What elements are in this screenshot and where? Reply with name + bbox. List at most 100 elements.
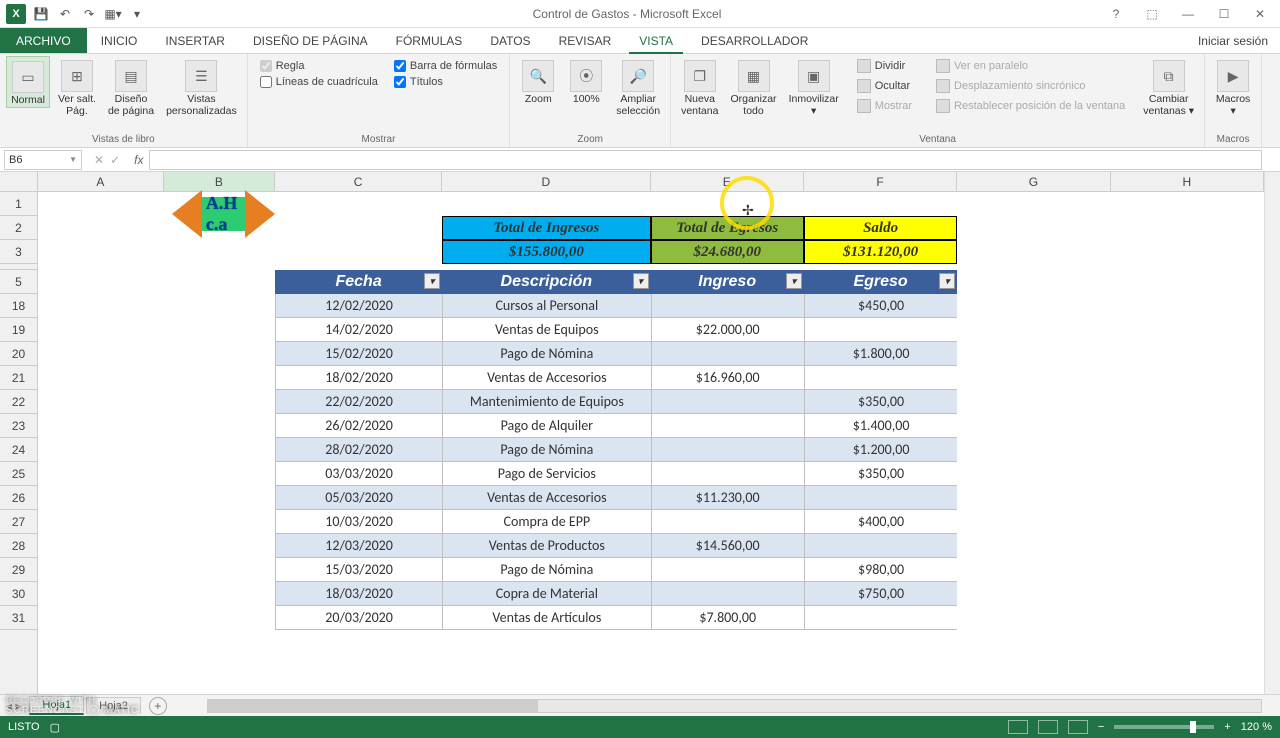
- tab-diseno[interactable]: DISEÑO DE PÁGINA: [239, 28, 382, 53]
- tab-datos[interactable]: DATOS: [476, 28, 544, 53]
- horizontal-scrollbar[interactable]: [207, 699, 1262, 713]
- chk-ruler[interactable]: Regla: [260, 60, 378, 72]
- row-26[interactable]: 26: [0, 486, 37, 510]
- cell-descripcion[interactable]: Ventas de Productos: [442, 534, 650, 558]
- col-E[interactable]: E: [651, 172, 804, 191]
- table-row[interactable]: 15/03/2020Pago de Nómina$980,00: [38, 558, 1264, 582]
- view-normal-icon[interactable]: [1008, 720, 1028, 734]
- row-30[interactable]: 30: [0, 582, 37, 606]
- switch-windows-button[interactable]: ⧉Cambiar ventanas ▾: [1139, 56, 1198, 117]
- cells-area[interactable]: A.H c.a Total de Ingresos Total de Egres…: [38, 192, 1264, 694]
- maximize-icon[interactable]: ☐: [1210, 4, 1238, 24]
- help-icon[interactable]: ?: [1102, 4, 1130, 24]
- tab-vista[interactable]: VISTA: [625, 28, 687, 53]
- cell-ingreso[interactable]: $14.560,00: [651, 534, 804, 558]
- cell-egreso[interactable]: $1.800,00: [804, 342, 957, 366]
- close-icon[interactable]: ✕: [1246, 4, 1274, 24]
- chk-headings[interactable]: Títulos: [394, 76, 497, 88]
- cell-egreso[interactable]: [804, 366, 957, 390]
- cell-egreso[interactable]: [804, 486, 957, 510]
- col-A[interactable]: A: [38, 172, 164, 191]
- summary-header-ingresos[interactable]: Total de Ingresos: [442, 216, 650, 240]
- table-row[interactable]: 05/03/2020Ventas de Accesorios$11.230,00: [38, 486, 1264, 510]
- table-row[interactable]: 03/03/2020Pago de Servicios$350,00: [38, 462, 1264, 486]
- zoom-slider[interactable]: [1114, 725, 1214, 729]
- cell-egreso[interactable]: $350,00: [804, 462, 957, 486]
- cell-ingreso[interactable]: [651, 582, 804, 606]
- tab-inicio[interactable]: INICIO: [87, 28, 152, 53]
- tab-formulas[interactable]: FÓRMULAS: [382, 28, 477, 53]
- view-normal-button[interactable]: ▭Normal: [6, 56, 50, 108]
- row-31[interactable]: 31: [0, 606, 37, 630]
- cell-egreso[interactable]: $1.400,00: [804, 414, 957, 438]
- hide-button[interactable]: Ocultar: [853, 78, 916, 94]
- cell-ingreso[interactable]: [651, 438, 804, 462]
- col-B[interactable]: B: [164, 172, 275, 191]
- cell-egreso[interactable]: $1.200,00: [804, 438, 957, 462]
- fx-icon[interactable]: fx: [128, 153, 149, 167]
- cell-ingreso[interactable]: $16.960,00: [651, 366, 804, 390]
- table-header-descripcion[interactable]: Descripción▾: [442, 270, 650, 294]
- row-29[interactable]: 29: [0, 558, 37, 582]
- row-3[interactable]: 3: [0, 240, 37, 264]
- chk-formula-bar[interactable]: Barra de fórmulas: [394, 60, 497, 72]
- table-header-egreso[interactable]: Egreso▾: [804, 270, 957, 294]
- col-F[interactable]: F: [804, 172, 957, 191]
- cell-ingreso[interactable]: $7.800,00: [651, 606, 804, 630]
- minimize-icon[interactable]: —: [1174, 4, 1202, 24]
- table-row[interactable]: 12/02/2020Cursos al Personal$450,00: [38, 294, 1264, 318]
- cell-descripcion[interactable]: Pago de Nómina: [442, 342, 650, 366]
- row-21[interactable]: 21: [0, 366, 37, 390]
- name-box[interactable]: B6▼: [4, 150, 82, 170]
- cell-egreso[interactable]: [804, 534, 957, 558]
- qat-custom-icon[interactable]: ▾: [128, 5, 146, 23]
- sync-scroll-button[interactable]: Desplazamiento sincrónico: [932, 78, 1129, 94]
- cell-descripcion[interactable]: Pago de Nómina: [442, 438, 650, 462]
- cell-fecha[interactable]: 28/02/2020: [275, 438, 442, 462]
- row-19[interactable]: 19: [0, 318, 37, 342]
- formula-input[interactable]: [149, 150, 1262, 170]
- add-sheet-button[interactable]: +: [149, 697, 167, 715]
- cell-fecha[interactable]: 03/03/2020: [275, 462, 442, 486]
- cell-descripcion[interactable]: Ventas de Accesorios: [442, 486, 650, 510]
- cell-fecha[interactable]: 05/03/2020: [275, 486, 442, 510]
- redo-icon[interactable]: ↷: [80, 5, 98, 23]
- col-H[interactable]: H: [1111, 172, 1264, 191]
- cell-descripcion[interactable]: Mantenimiento de Equipos: [442, 390, 650, 414]
- filter-egreso-icon[interactable]: ▾: [939, 273, 955, 289]
- table-row[interactable]: 26/02/2020Pago de Alquiler$1.400,00: [38, 414, 1264, 438]
- cancel-fx-icon[interactable]: ✕: [94, 153, 104, 167]
- filter-fecha-icon[interactable]: ▾: [424, 273, 440, 289]
- cell-fecha[interactable]: 20/03/2020: [275, 606, 442, 630]
- row-18[interactable]: 18: [0, 294, 37, 318]
- filter-ingreso-icon[interactable]: ▾: [786, 273, 802, 289]
- summary-value-egresos[interactable]: $24.680,00: [651, 240, 804, 264]
- cell-fecha[interactable]: 10/03/2020: [275, 510, 442, 534]
- cell-fecha[interactable]: 18/03/2020: [275, 582, 442, 606]
- cell-ingreso[interactable]: [651, 510, 804, 534]
- spreadsheet-grid[interactable]: A B C D E F G H 1 2 3 5 1819202122232425…: [0, 172, 1280, 694]
- reset-pos-button[interactable]: Restablecer posición de la ventana: [932, 98, 1129, 114]
- tab-file[interactable]: ARCHIVO: [0, 28, 87, 53]
- row-1[interactable]: 1: [0, 192, 37, 216]
- row-27[interactable]: 27: [0, 510, 37, 534]
- cell-ingreso[interactable]: $22.000,00: [651, 318, 804, 342]
- cell-descripcion[interactable]: Copra de Material: [442, 582, 650, 606]
- row-20[interactable]: 20: [0, 342, 37, 366]
- row-25[interactable]: 25: [0, 462, 37, 486]
- cell-ingreso[interactable]: [651, 294, 804, 318]
- cell-ingreso[interactable]: [651, 558, 804, 582]
- table-row[interactable]: 18/03/2020Copra de Material$750,00: [38, 582, 1264, 606]
- table-header-fecha[interactable]: Fecha▾: [275, 270, 442, 294]
- cell-descripcion[interactable]: Pago de Alquiler: [442, 414, 650, 438]
- undo-icon[interactable]: ↶: [56, 5, 74, 23]
- enter-fx-icon[interactable]: ✓: [110, 153, 120, 167]
- cell-egreso[interactable]: $400,00: [804, 510, 957, 534]
- qat-more-icon[interactable]: ▦▾: [104, 5, 122, 23]
- cell-fecha[interactable]: 22/02/2020: [275, 390, 442, 414]
- cell-ingreso[interactable]: [651, 342, 804, 366]
- summary-header-saldo[interactable]: Saldo: [804, 216, 957, 240]
- zoom-button[interactable]: 🔍Zoom: [516, 56, 560, 106]
- unhide-button[interactable]: Mostrar: [853, 98, 916, 114]
- cell-descripcion[interactable]: Ventas de Accesorios: [442, 366, 650, 390]
